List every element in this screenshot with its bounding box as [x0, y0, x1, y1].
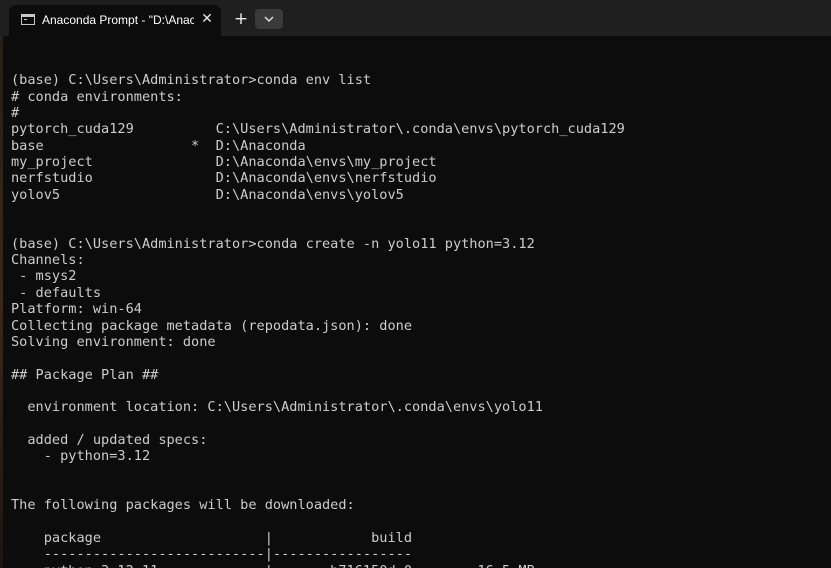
terminal-line: python-3.12.11 | h716150d_0 16.5 MB — [11, 563, 625, 568]
new-tab-button[interactable]: + — [230, 9, 252, 29]
terminal-line: nerfstudio D:\Anaconda\envs\nerfstudio — [11, 170, 437, 187]
window-edge — [0, 36, 3, 568]
terminal-line: yolov5 D:\Anaconda\envs\yolov5 — [11, 186, 404, 203]
terminal-line: (base) C:\Users\Administrator>conda env … — [11, 72, 372, 89]
terminal-line: base * D:\Anaconda — [11, 137, 306, 154]
terminal-line: package | build — [11, 529, 413, 546]
terminal-line: my_project D:\Anaconda\envs\my_project — [11, 154, 437, 171]
tab-bar: Anaconda Prompt - "D:\Anacc ✕ + — [0, 0, 831, 36]
terminal-line: ---------------------------|------------… — [11, 546, 413, 563]
terminal-output[interactable]: (base) C:\Users\Administrator>conda env … — [11, 56, 625, 568]
terminal-line: (base) C:\Users\Administrator>conda crea… — [11, 235, 535, 252]
terminal-line: - defaults — [11, 284, 102, 301]
terminal-line: Solving environment: done — [11, 333, 216, 350]
tab-anaconda-prompt[interactable]: Anaconda Prompt - "D:\Anacc ✕ — [9, 5, 221, 36]
terminal-line: added / updated specs: — [11, 431, 208, 448]
terminal-line: - python=3.12 — [11, 448, 151, 465]
terminal-line: ## Package Plan ## — [11, 366, 159, 383]
terminal-line: Collecting package metadata (repodata.js… — [11, 317, 413, 334]
terminal-line: Channels: — [11, 252, 85, 269]
terminal-line: Platform: win-64 — [11, 301, 142, 318]
terminal-line: # — [11, 105, 20, 122]
close-icon[interactable]: ✕ — [199, 10, 215, 28]
tab-title: Anaconda Prompt - "D:\Anacc — [42, 13, 194, 27]
tab-dropdown-button[interactable] — [255, 9, 283, 29]
terminal-icon — [21, 14, 35, 25]
terminal-line: pytorch_cuda129 C:\Users\Administrator\.… — [11, 121, 625, 138]
terminal-window: Anaconda Prompt - "D:\Anacc ✕ + (base) C… — [0, 0, 831, 568]
chevron-down-icon — [264, 16, 274, 22]
terminal-line: The following packages will be downloade… — [11, 497, 355, 514]
terminal-line: environment location: C:\Users\Administr… — [11, 399, 543, 416]
terminal-line: # conda environments: — [11, 88, 183, 105]
terminal-line: - msys2 — [11, 268, 77, 285]
